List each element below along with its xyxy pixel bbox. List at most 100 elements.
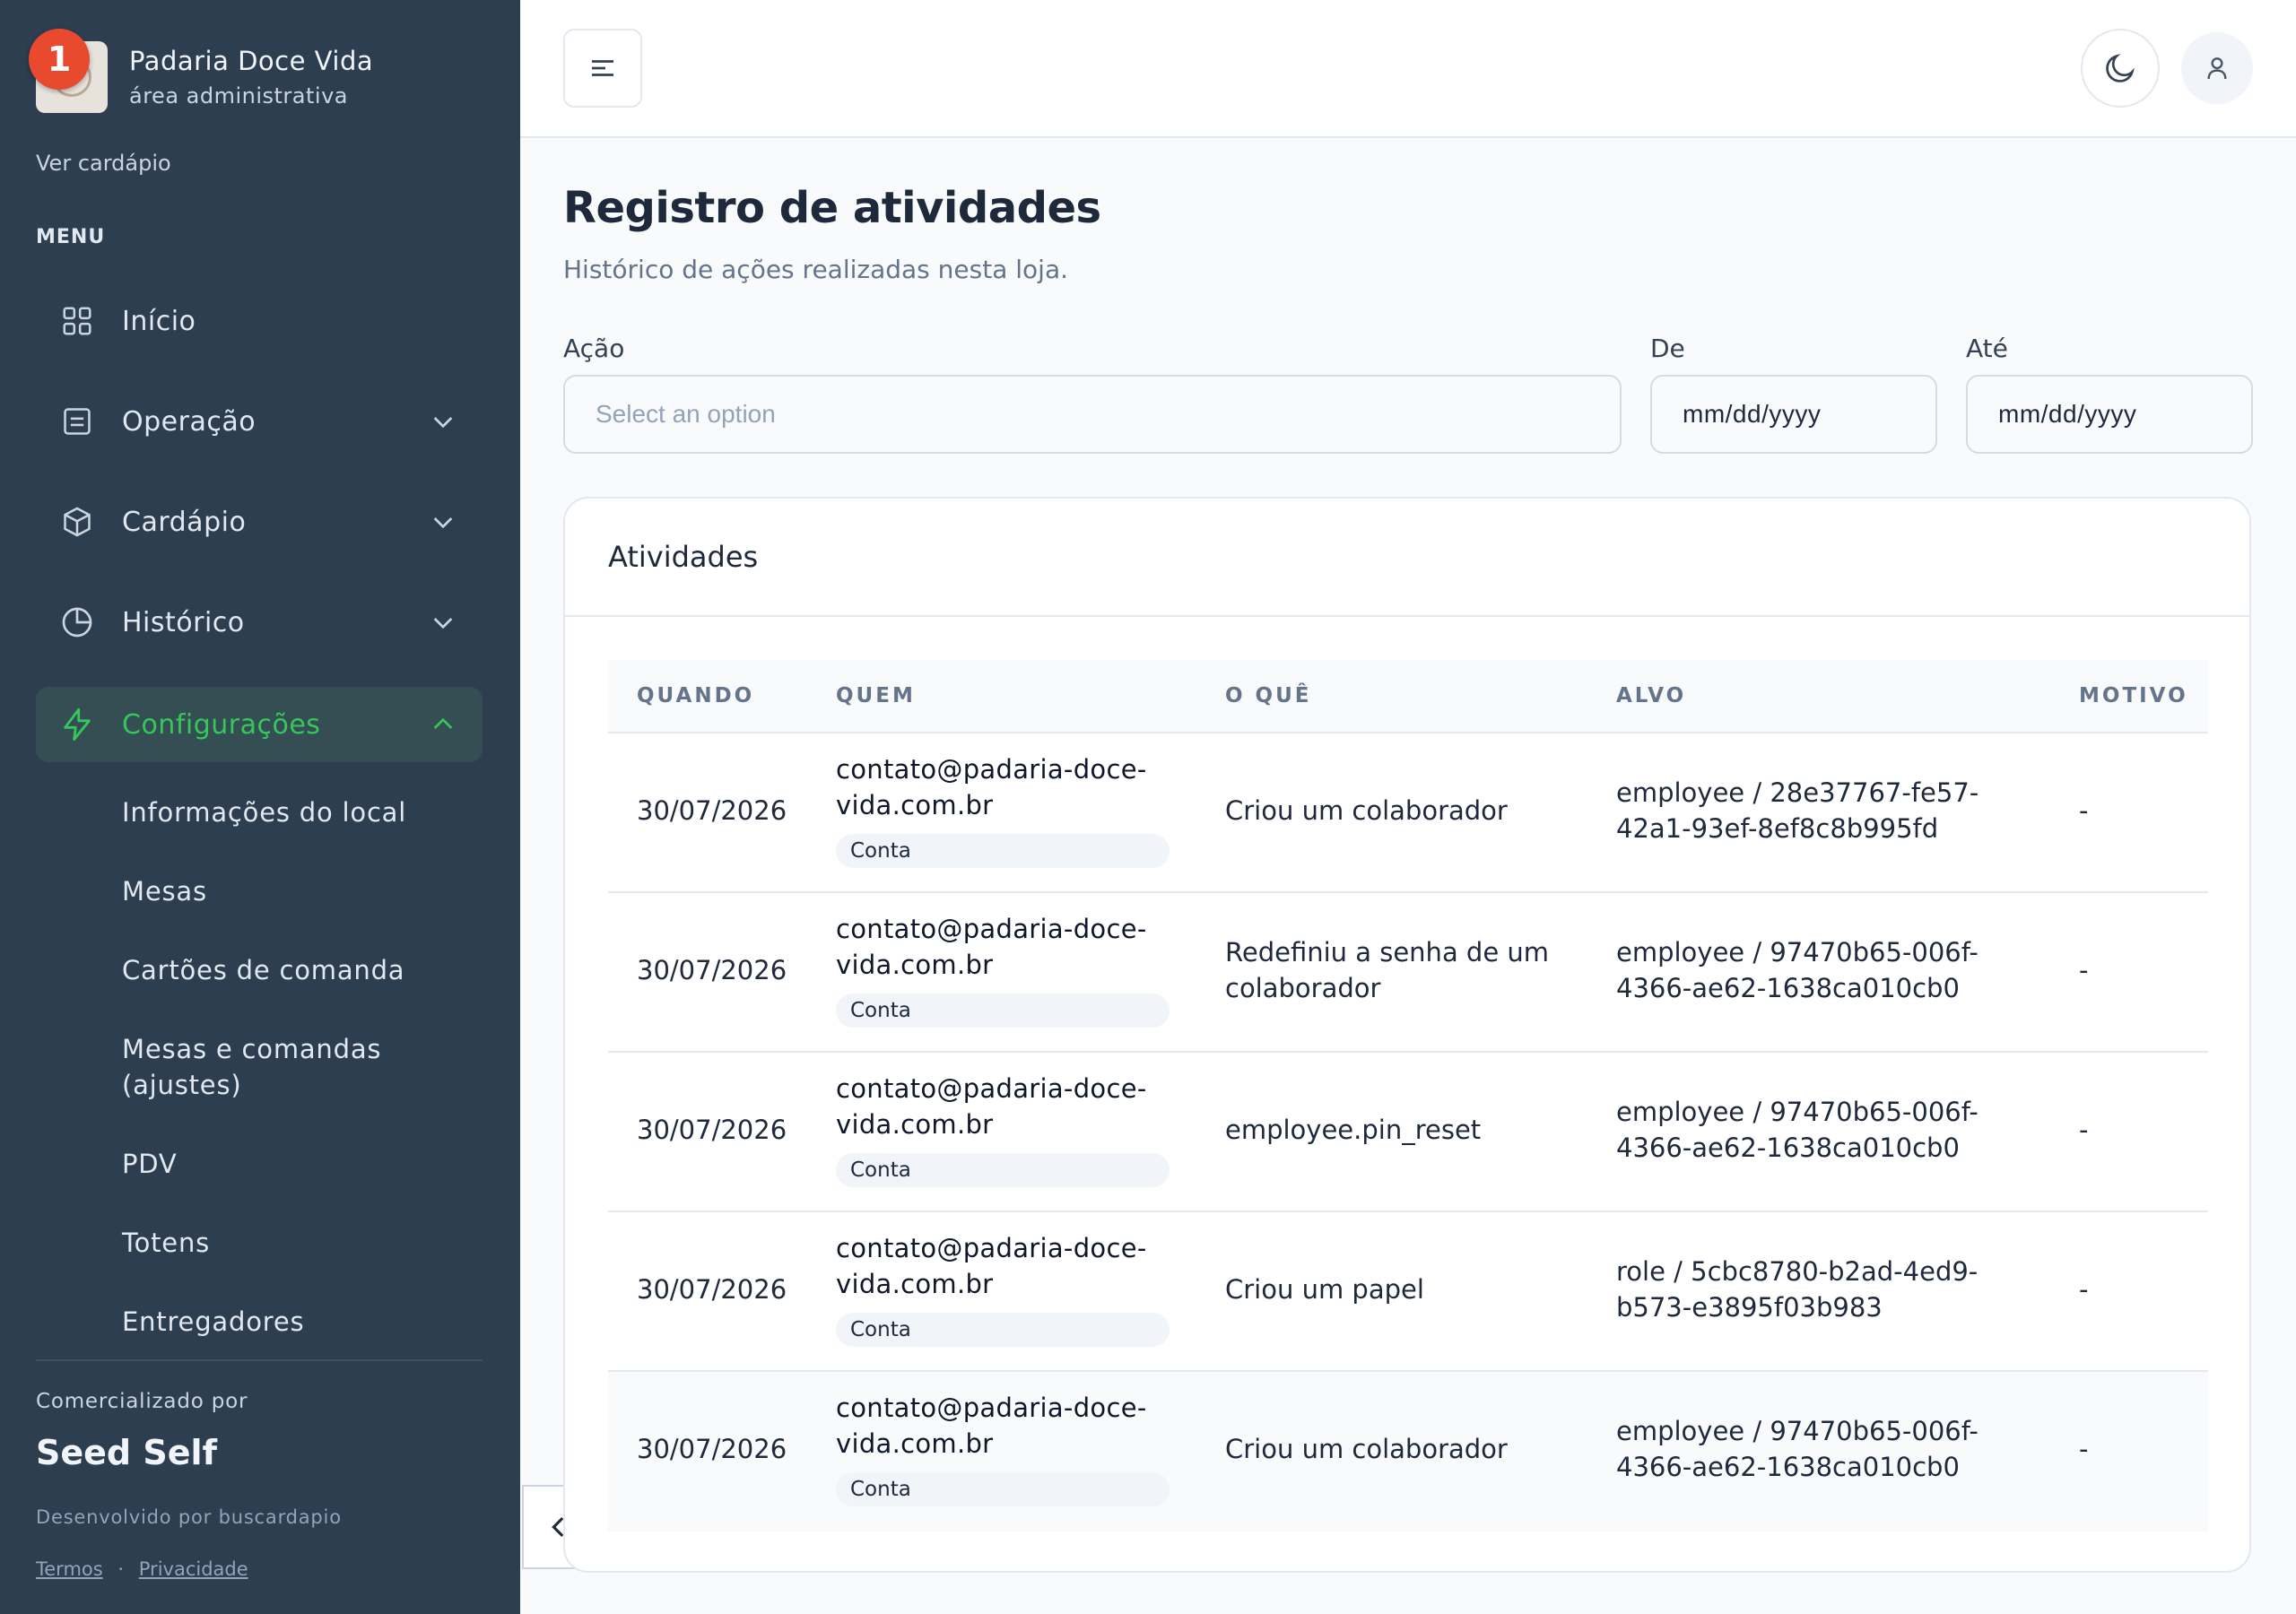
- row-target: employee / 97470b65-006f-4366-ae62-1638c…: [1616, 1097, 1979, 1163]
- sidebar-subitem-pdv[interactable]: PDV: [122, 1146, 178, 1182]
- privacy-link[interactable]: Privacidade: [139, 1558, 248, 1580]
- row-what: Criou um colaborador: [1225, 795, 1508, 826]
- from-date-label: De: [1650, 334, 1685, 363]
- user-menu-button[interactable]: [2181, 32, 2253, 104]
- table-row[interactable]: 30/07/2026 contato@padaria-doce-vida.com…: [608, 733, 2208, 893]
- table-row[interactable]: 30/07/2026 contato@padaria-doce-vida.com…: [608, 1212, 2208, 1372]
- activities-card: Atividades QUANDO QUEM O QUÊ ALVO MOTIVO…: [563, 497, 2251, 1573]
- card-title: Atividades: [608, 540, 759, 574]
- table-row[interactable]: 30/07/2026 contato@padaria-doce-vida.com…: [608, 1372, 2208, 1532]
- chevron-down-icon: [433, 517, 453, 529]
- box-icon: [59, 504, 95, 540]
- row-who-badge: Conta: [836, 1153, 1170, 1187]
- row-who: contato@padaria-doce-vida.com.br: [836, 1073, 1147, 1140]
- row-when: 30/07/2026: [637, 1274, 787, 1305]
- sidebar-divider: [36, 1359, 483, 1361]
- action-filter-label: Ação: [563, 334, 625, 363]
- row-when: 30/07/2026: [637, 1434, 787, 1464]
- pie-chart-icon: [59, 604, 95, 640]
- menu-section-label: MENU: [36, 226, 106, 248]
- view-menu-link[interactable]: Ver cardápio: [36, 151, 171, 176]
- page-title: Registro de atividades: [563, 183, 1101, 233]
- chevron-up-icon: [433, 717, 453, 729]
- sidebar-subitem-cartoes[interactable]: Cartões de comanda: [122, 952, 404, 988]
- sidebar-item-label: Operação: [122, 405, 257, 438]
- to-date-input[interactable]: mm/dd/yyyy: [1966, 375, 2253, 454]
- row-target: employee / 28e37767-fe57-42a1-93ef-8ef8c…: [1616, 777, 1979, 844]
- from-date-input[interactable]: mm/dd/yyyy: [1650, 375, 1937, 454]
- row-what: Redefiniu a senha de um colaborador: [1225, 937, 1550, 1003]
- row-who-badge: Conta: [836, 994, 1170, 1028]
- sidebar-subitem-totens[interactable]: Totens: [122, 1225, 210, 1261]
- row-reason: -: [2079, 1434, 2089, 1464]
- theme-toggle-button[interactable]: [2081, 29, 2160, 108]
- store-name: Padaria Doce Vida: [129, 46, 374, 76]
- footer-brand: Seed Self: [36, 1433, 218, 1472]
- chevron-down-icon: [433, 618, 453, 629]
- lightning-icon: [59, 707, 95, 742]
- menu-toggle-button[interactable]: [563, 29, 642, 108]
- row-reason: -: [2079, 1115, 2089, 1145]
- sidebar: 1 Padaria Doce Vida área administrativa …: [0, 0, 520, 1614]
- commercialized-by: Comercializado por: [36, 1390, 248, 1413]
- sidebar-subitem-entregadores[interactable]: Entregadores: [122, 1304, 304, 1340]
- sidebar-item-label: Histórico: [122, 606, 245, 638]
- row-what: employee.pin_reset: [1225, 1115, 1482, 1145]
- terms-link[interactable]: Termos: [36, 1558, 103, 1580]
- column-header-alvo[interactable]: ALVO: [1616, 684, 1686, 707]
- moon-icon: [2106, 53, 2135, 82]
- activities-table: QUANDO QUEM O QUÊ ALVO MOTIVO 30/07/2026…: [608, 660, 2208, 1532]
- column-header-quando[interactable]: QUANDO: [637, 684, 754, 707]
- row-who-badge: Conta: [836, 1472, 1170, 1506]
- store-subtitle: área administrativa: [129, 83, 348, 108]
- card-header: Atividades: [565, 499, 2249, 617]
- sidebar-subitem-mesas[interactable]: Mesas: [122, 873, 207, 909]
- user-icon: [2207, 57, 2227, 80]
- table-header: QUANDO QUEM O QUÊ ALVO MOTIVO: [608, 660, 2208, 733]
- sidebar-item-inicio[interactable]: Início: [36, 283, 483, 359]
- row-reason: -: [2079, 955, 2089, 985]
- menu-icon: [592, 60, 613, 76]
- chevron-down-icon: [433, 417, 453, 429]
- row-who: contato@padaria-doce-vida.com.br: [836, 914, 1147, 980]
- row-when: 30/07/2026: [637, 1115, 787, 1145]
- sidebar-item-label: Cardápio: [122, 506, 247, 538]
- row-who-badge: Conta: [836, 1313, 1170, 1347]
- row-target: employee / 97470b65-006f-4366-ae62-1638c…: [1616, 1416, 1979, 1482]
- grid-icon: [59, 303, 95, 339]
- legal-links: Termos · Privacidade: [36, 1558, 248, 1580]
- row-who: contato@padaria-doce-vida.com.br: [836, 1393, 1147, 1459]
- row-when: 30/07/2026: [637, 955, 787, 985]
- separator: ·: [117, 1558, 125, 1580]
- sidebar-item-label: Início: [122, 305, 196, 337]
- to-date-label: Até: [1966, 334, 2008, 363]
- top-bar: [520, 0, 2296, 138]
- notification-badge[interactable]: 1: [29, 29, 90, 90]
- row-when: 30/07/2026: [637, 795, 787, 826]
- column-header-quem[interactable]: QUEM: [836, 684, 916, 707]
- row-reason: -: [2079, 1274, 2089, 1305]
- row-what: Criou um papel: [1225, 1274, 1424, 1305]
- row-reason: -: [2079, 795, 2089, 826]
- sidebar-item-operacao[interactable]: Operação: [36, 384, 483, 459]
- action-select[interactable]: Select an option: [563, 375, 1622, 454]
- sidebar-item-cardapio[interactable]: Cardápio: [36, 484, 483, 560]
- row-target: role / 5cbc8780-b2ad-4ed9-b573-e3895f03b…: [1616, 1256, 1979, 1323]
- table-row[interactable]: 30/07/2026 contato@padaria-doce-vida.com…: [608, 1053, 2208, 1212]
- sidebar-item-historico[interactable]: Histórico: [36, 585, 483, 660]
- column-header-motivo[interactable]: MOTIVO: [2079, 684, 2188, 707]
- row-who-badge: Conta: [836, 834, 1170, 868]
- sidebar-item-label: Configurações: [122, 708, 321, 741]
- sidebar-subitem-informacoes[interactable]: Informações do local: [122, 794, 406, 830]
- page-subtitle: Histórico de ações realizadas nesta loja…: [563, 255, 1069, 284]
- row-who: contato@padaria-doce-vida.com.br: [836, 1233, 1147, 1299]
- clipboard-icon: [59, 404, 95, 439]
- row-what: Criou um colaborador: [1225, 1434, 1508, 1464]
- developed-by: Desenvolvido por buscardapio: [36, 1506, 342, 1528]
- column-header-o-que[interactable]: O QUÊ: [1225, 684, 1312, 707]
- sidebar-item-configuracoes[interactable]: Configurações: [36, 687, 483, 762]
- row-target: employee / 97470b65-006f-4366-ae62-1638c…: [1616, 937, 1979, 1003]
- sidebar-subitem-ajustes[interactable]: Mesas e comandas (ajustes): [122, 1031, 445, 1103]
- table-row[interactable]: 30/07/2026 contato@padaria-doce-vida.com…: [608, 893, 2208, 1053]
- row-who: contato@padaria-doce-vida.com.br: [836, 754, 1147, 820]
